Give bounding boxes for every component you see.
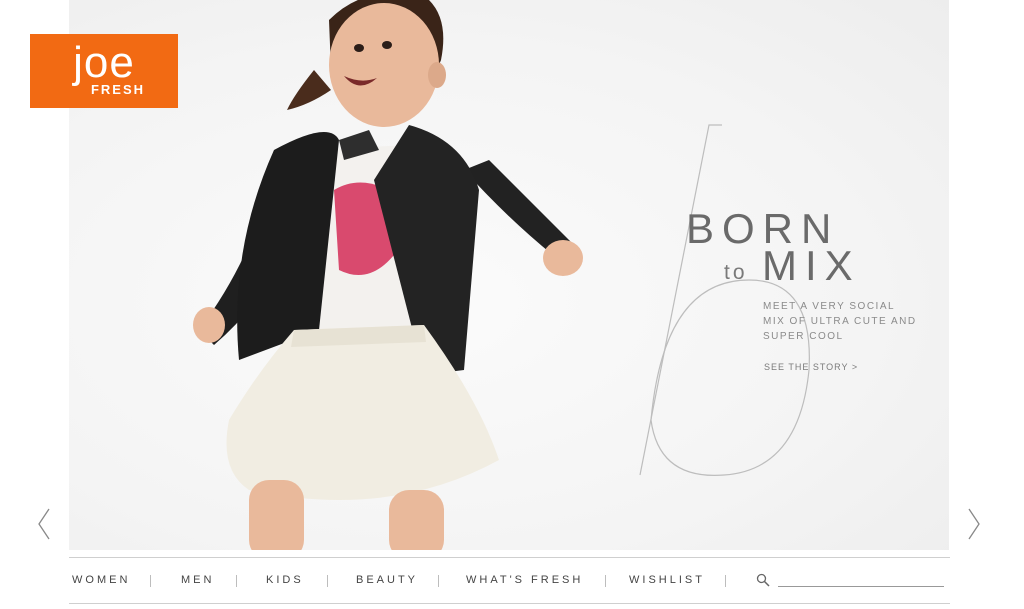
nav-item-beauty[interactable]: BEAUTY	[356, 574, 418, 586]
nav-item-whats-fresh[interactable]: WHAT'S FRESH	[466, 574, 583, 586]
chevron-right-icon[interactable]	[967, 507, 981, 541]
nav-item-kids[interactable]: KIDS	[266, 574, 304, 586]
headline-to: to	[724, 261, 748, 284]
headline-mix: MIX	[762, 242, 861, 289]
logo-subword: FRESH	[90, 82, 146, 97]
nav-item-wishlist[interactable]: WISHLIST	[629, 574, 705, 586]
nav-divider	[725, 575, 726, 587]
nav-divider	[236, 575, 237, 587]
search-icon[interactable]	[756, 573, 770, 587]
see-the-story-link[interactable]: SEE THE STORY >	[764, 362, 858, 372]
nav-divider	[438, 575, 439, 587]
nav-divider	[150, 575, 151, 587]
nav-divider	[327, 575, 328, 587]
chevron-left-icon[interactable]	[37, 507, 51, 541]
nav-item-women[interactable]: WOMEN	[72, 574, 130, 586]
joe-fresh-logo[interactable]: JOE FRESH	[30, 34, 178, 108]
nav-item-men[interactable]: MEN	[181, 574, 214, 586]
hero-copy-line: MIX OF ULTRA CUTE AND	[763, 316, 917, 327]
hero-copy-line: MEET A VERY SOCIAL	[763, 301, 896, 312]
logo-word: JOE	[73, 38, 135, 87]
nav-divider	[605, 575, 606, 587]
main-navigation: WOMEN MEN KIDS BEAUTY WHAT'S FRESH WISHL…	[69, 557, 950, 604]
hero-copy-line: SUPER COOL	[763, 331, 844, 342]
search-input[interactable]	[778, 570, 944, 587]
hero-copy: MEET A VERY SOCIAL MIX OF ULTRA CUTE AND…	[763, 299, 923, 344]
